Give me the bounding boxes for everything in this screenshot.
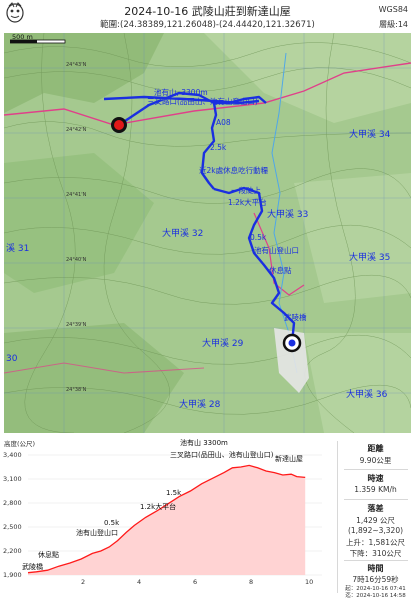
grid-label: 24°40'N <box>66 257 87 263</box>
profile-x-tick: 8 <box>249 578 253 586</box>
profile-area <box>28 465 306 575</box>
profile-y-tick: 2,500 <box>3 523 22 531</box>
map-canvas: 24°43'N 24°42'N 24°41'N 24°40'N 24°39'N … <box>4 33 411 433</box>
distance-label: 距離 <box>367 444 384 453</box>
profile-point-label: 武陵橋 <box>22 562 43 571</box>
drop-label: 落差 <box>367 504 384 513</box>
profile-point-label: 池有山登山口 <box>76 528 118 537</box>
profile-chart: 高度(公尺) 3,400 3,100 2,800 2,500 2,200 1,900 2 4… <box>3 438 322 586</box>
profile-y-tick: 2,200 <box>3 547 22 555</box>
waypoint-label: 近2k處休息吃行動糧 <box>199 165 269 175</box>
speed-value: 1.359 KM/h <box>354 485 397 494</box>
waypoint-label: 0.5k <box>250 233 267 242</box>
grid-label: 24°41'N <box>66 192 87 198</box>
profile-point-label: 池有山 3300m <box>180 438 228 447</box>
descent-value: 下降：310公尺 <box>349 549 402 558</box>
scale-bar: 500 m <box>10 33 70 46</box>
profile-y-tick: 1,900 <box>3 571 22 579</box>
map-range: 範圍:(24.38389,121.26048)-(24.44420,121.32… <box>100 20 315 30</box>
stream-label: 大甲溪 35 <box>349 251 390 263</box>
profile-x-tick: 10 <box>305 578 313 586</box>
profile-point-label: 1.5k <box>166 489 182 497</box>
speed-label: 時速 <box>367 474 384 483</box>
profile-y-tick: 3,400 <box>3 451 22 459</box>
profile-y-tick: 2,800 <box>3 499 22 507</box>
profile-point-label: 三叉路口(品田山、池有山登山口) <box>170 450 274 459</box>
profile-ylabel: 高度(公尺) <box>4 439 35 448</box>
waypoint-label: 池有山登山口 <box>254 245 299 255</box>
waypoint-label: 武陵橋 <box>284 312 307 322</box>
grid-label: 24°42'N <box>66 127 87 133</box>
ascent-value: 上升：1,581公尺 <box>346 538 405 547</box>
track-stats-panel: 距離 9.90公里 時速 1.359 KM/h 落差 1,429 公尺 (1,8… <box>337 441 413 599</box>
profile-x-tick: 6 <box>193 578 197 586</box>
stream-label: 大甲溪 34 <box>349 128 391 140</box>
profile-x-tick: 2 <box>81 578 85 586</box>
waypoint-label: 三叉路口(品田山、池有山登山口) <box>147 96 258 106</box>
stream-label: 大甲溪 28 <box>179 398 221 410</box>
waypoint-label: 休息點 <box>269 265 292 275</box>
scale-label: 500 m <box>12 33 33 41</box>
stream-label: 大甲溪 33 <box>267 208 308 220</box>
profile-y-tick: 3,100 <box>3 475 22 483</box>
waypoint-label: 1.2k大平台 <box>228 197 267 207</box>
stream-label: 大甲溪 36 <box>346 388 388 400</box>
grid-label: 24°43'N <box>66 62 87 68</box>
topo-map[interactable]: 24°43'N 24°42'N 24°41'N 24°40'N 24°39'N … <box>4 33 411 433</box>
grid-label: 24°38'N <box>66 387 87 393</box>
profile-point-label: 新達山屋 <box>275 454 303 463</box>
drop-value: 1,429 公尺 <box>356 516 395 525</box>
datum-label: WGS84 <box>378 5 408 14</box>
elevation-profile: 高度(公尺) 3,400 3,100 2,800 2,500 2,200 1,900 2 4… <box>0 437 337 597</box>
header: 2024-10-16 武陵山莊到新達山屋 範圍:(24.38389,121.26… <box>0 0 415 32</box>
profile-x-tick: 4 <box>137 578 141 586</box>
stream-label: 溪 31 <box>6 242 29 254</box>
stream-label: 30 <box>6 354 18 364</box>
waypoint-label: A08 <box>216 118 231 127</box>
profile-point-label: 休息點 <box>38 550 59 559</box>
map-title: 2024-10-16 武陵山莊到新達山屋 <box>124 5 291 18</box>
profile-point-label: 0.5k <box>104 519 120 527</box>
waypoint-label: 2.5k <box>210 143 227 152</box>
waypoint-label: 一段陡上 <box>231 185 261 195</box>
grid-label: 24°39'N <box>66 322 87 328</box>
stream-label: 大甲溪 29 <box>202 337 244 349</box>
profile-point-label: 1.2k大平台 <box>140 502 176 511</box>
end-time: 迄：2024-10-16 14:58 <box>345 593 406 599</box>
duration-label: 時間 <box>367 564 384 573</box>
zoom-level: 層級:14 <box>379 20 408 29</box>
stream-label: 大甲溪 32 <box>162 227 203 239</box>
distance-value: 9.90公里 <box>359 456 392 465</box>
waypoint-label: 池有山, 3300m <box>154 87 208 97</box>
drop-range: (1,892~3,320) <box>347 526 404 535</box>
